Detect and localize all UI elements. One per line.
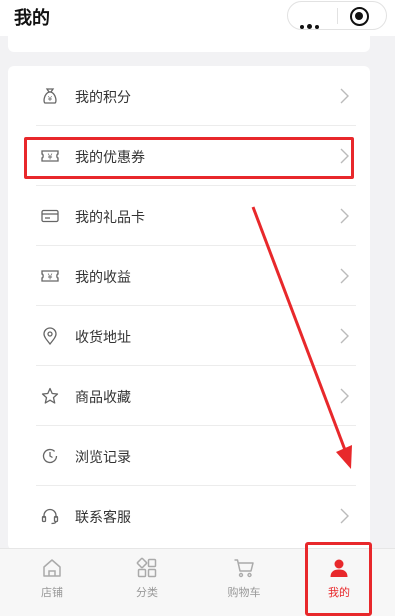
chevron-right-icon [340,268,349,284]
menu-item-label: 浏览记录 [75,450,131,466]
menu-item-customer-service[interactable]: 联系客服 [8,486,370,546]
mine-tab-highlight-box [305,542,372,616]
menu-item-points[interactable]: ¥ 我的积分 [8,66,370,126]
menu-item-label: 我的收益 [75,270,131,286]
menu-item-gift-card[interactable]: 我的礼品卡 [8,186,370,246]
tab-store[interactable]: 店铺 [17,557,87,607]
points-bag-icon: ¥ [43,88,57,104]
menu-item-label: 联系客服 [75,510,131,526]
chevron-right-icon [340,88,349,104]
menu-item-address[interactable]: 收货地址 [8,306,370,366]
menu-item-earnings[interactable]: ¥ 我的收益 [8,246,370,306]
tab-label: 店铺 [41,586,63,599]
nav-header: 我的 [0,0,395,36]
menu-item-label: 我的礼品卡 [75,210,145,226]
chevron-right-icon [340,208,349,224]
close-miniprogram-icon[interactable] [350,7,369,26]
profile-card-bottom [8,36,370,52]
tab-label: 购物车 [227,586,261,599]
menu-item-label: 我的积分 [75,90,131,106]
menu-item-label: 商品收藏 [75,390,131,406]
capsule-divider [337,8,338,24]
svg-text:¥: ¥ [47,273,52,282]
history-clock-icon [42,448,58,464]
category-grid-icon [136,557,157,578]
tab-label: 分类 [136,586,158,599]
svg-text:¥: ¥ [48,95,53,103]
page-title: 我的 [14,8,50,29]
mini-program-capsule [287,1,387,30]
menu-item-history[interactable]: 浏览记录 [8,426,370,486]
location-pin-icon [43,327,57,345]
chevron-right-icon [340,388,349,404]
tab-cart[interactable]: 购物车 [209,557,279,607]
tab-category[interactable]: 分类 [112,557,182,607]
chevron-right-icon [340,328,349,344]
menu-item-label: 收货地址 [75,330,131,346]
earnings-icon: ¥ [41,270,59,282]
headset-icon [41,508,59,525]
gift-card-icon [41,209,59,223]
menu-item-favorites[interactable]: 商品收藏 [8,366,370,426]
star-icon [41,387,59,404]
store-home-icon [43,559,61,577]
more-options-icon[interactable] [300,14,322,33]
cart-icon [234,559,254,578]
chevron-right-icon [340,508,349,524]
coupon-highlight-box [24,137,354,179]
